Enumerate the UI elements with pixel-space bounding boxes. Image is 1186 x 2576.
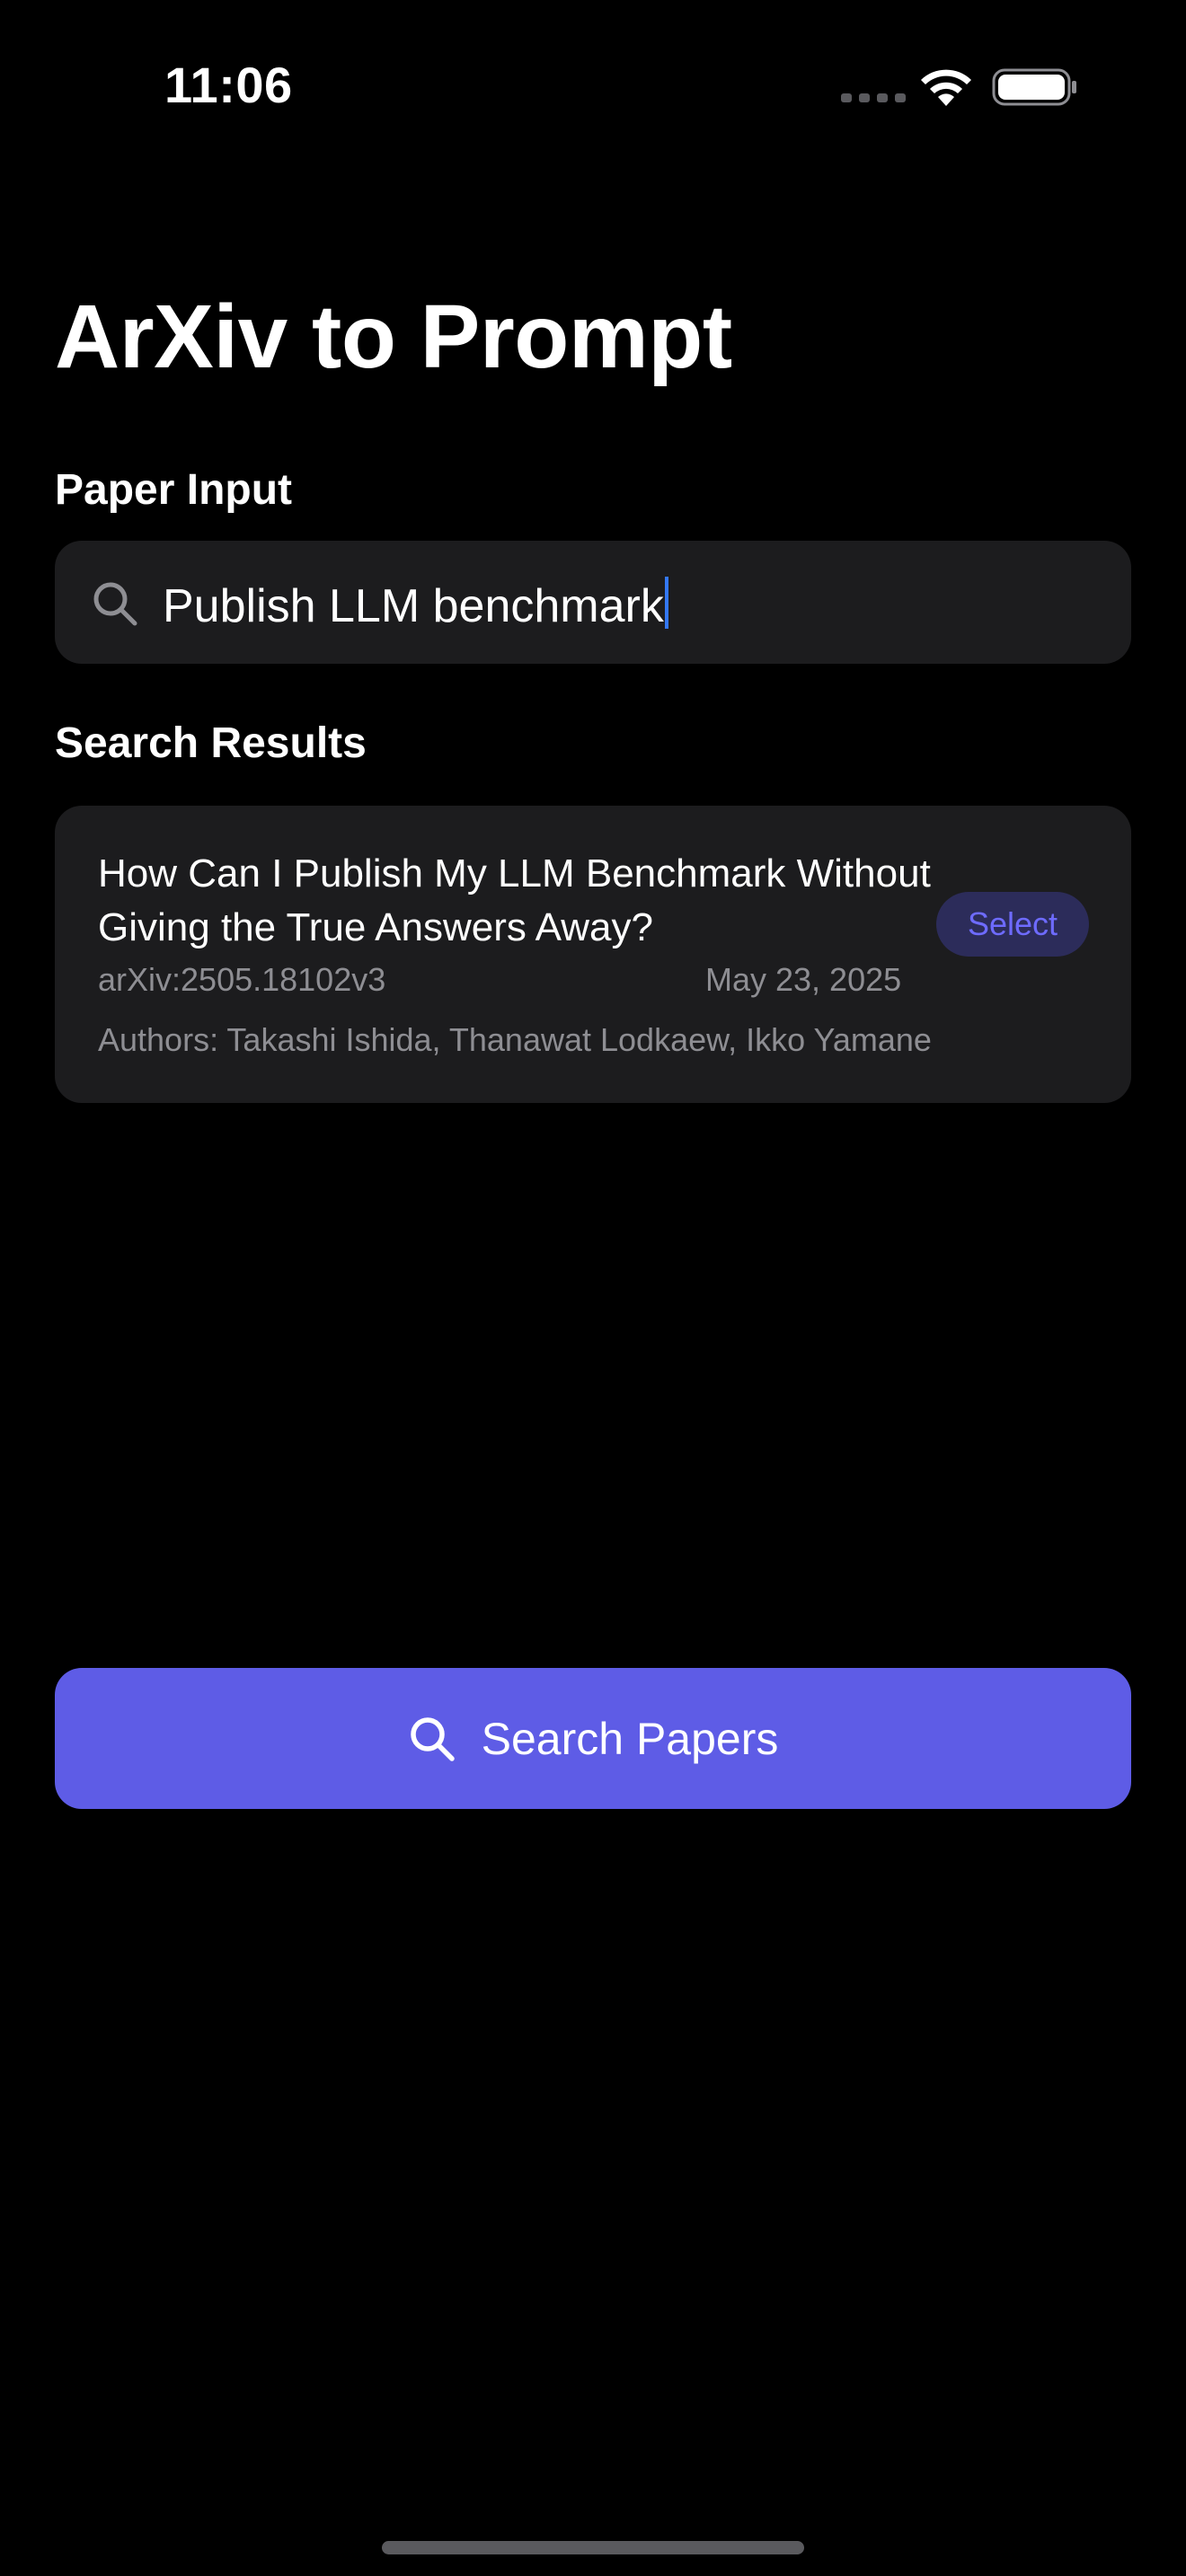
signal-icon <box>841 93 906 102</box>
search-query-text[interactable]: Publish LLM benchmark <box>163 577 668 633</box>
search-query-value: Publish LLM benchmark <box>163 580 664 632</box>
status-time: 11:06 <box>164 57 293 113</box>
result-title: How Can I Publish My LLM Benchmark Witho… <box>98 851 931 949</box>
status-bar: 11:06 <box>0 0 1186 171</box>
select-button[interactable]: Select <box>936 892 1089 957</box>
page-title: ArXiv to Prompt <box>55 287 732 387</box>
home-indicator[interactable] <box>382 2541 804 2554</box>
search-icon <box>93 582 137 626</box>
search-icon <box>410 1716 455 1761</box>
search-papers-label: Search Papers <box>481 1713 779 1764</box>
result-date: May 23, 2025 <box>705 961 902 998</box>
search-papers-button[interactable]: Search Papers <box>55 1668 1131 1809</box>
wifi-icon <box>921 69 971 106</box>
paper-input-label: Paper Input <box>55 466 293 514</box>
battery-icon <box>992 68 1076 106</box>
result-arxiv-id: arXiv:2505.18102v3 <box>98 961 386 998</box>
result-authors: Authors: Takashi Ishida, Thanawat Lodkae… <box>98 1021 932 1058</box>
search-results-label: Search Results <box>55 719 367 767</box>
text-caret <box>664 577 668 629</box>
search-result-card[interactable]: How Can I Publish My LLM Benchmark Witho… <box>55 806 1131 1103</box>
paper-search-input[interactable]: Publish LLM benchmark <box>55 541 1131 664</box>
